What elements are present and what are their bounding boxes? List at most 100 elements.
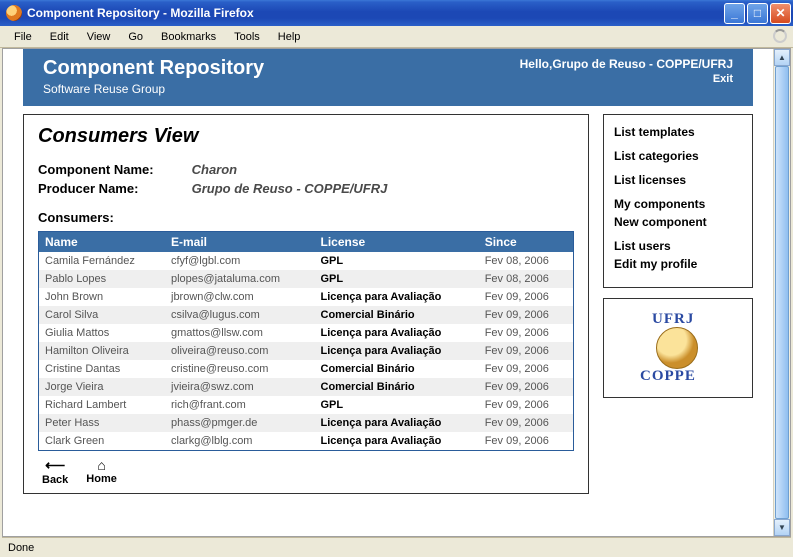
app-subtitle: Software Reuse Group — [43, 82, 264, 96]
cell-name: Richard Lambert — [39, 396, 166, 414]
cell-name: Carol Silva — [39, 306, 166, 324]
window-title: Component Repository - Mozilla Firefox — [27, 6, 724, 20]
greeting-text: Hello,Grupo de Reuso - COPPE/UFRJ — [520, 57, 733, 71]
back-label: Back — [42, 474, 68, 486]
cell-email: oliveira@reuso.com — [165, 342, 315, 360]
cell-name: Giulia Mattos — [39, 324, 166, 342]
cell-name: Jorge Vieira — [39, 378, 166, 396]
cell-license: GPL — [315, 252, 479, 270]
scroll-track[interactable] — [774, 66, 790, 519]
app-title: Component Repository — [43, 57, 264, 80]
cell-license: Comercial Binário — [315, 306, 479, 324]
sidebar: List templates List categories List lice… — [603, 114, 753, 398]
cell-since: Fev 09, 2006 — [479, 432, 574, 451]
col-since: Since — [479, 232, 574, 253]
scroll-up-arrow-icon[interactable]: ▲ — [774, 49, 790, 66]
cell-license: Comercial Binário — [315, 360, 479, 378]
menu-bookmarks[interactable]: Bookmarks — [153, 29, 224, 45]
cell-since: Fev 09, 2006 — [479, 396, 574, 414]
component-name-value: Charon — [192, 162, 238, 177]
table-row: Clark Greenclarkg@lblg.comLicença para A… — [39, 432, 574, 451]
menu-view[interactable]: View — [79, 29, 119, 45]
logo-coin-icon — [656, 327, 698, 369]
table-row: Richard Lambertrich@frant.comGPLFev 09, … — [39, 396, 574, 414]
firefox-icon — [6, 5, 22, 21]
cell-license: Comercial Binário — [315, 378, 479, 396]
cell-email: jbrown@clw.com — [165, 288, 315, 306]
cell-email: cfyf@lgbl.com — [165, 252, 315, 270]
cell-since: Fev 08, 2006 — [479, 270, 574, 288]
link-list-users[interactable]: List users — [614, 239, 742, 253]
cell-email: gmattos@llsw.com — [165, 324, 315, 342]
cell-since: Fev 09, 2006 — [479, 324, 574, 342]
main-panel: Consumers View Component Name: Charon Pr… — [23, 114, 589, 494]
home-label: Home — [86, 473, 117, 485]
cell-name: Hamilton Oliveira — [39, 342, 166, 360]
link-my-components[interactable]: My components — [614, 197, 742, 211]
cell-email: phass@pmger.de — [165, 414, 315, 432]
sidebar-links-box: List templates List categories List lice… — [603, 114, 753, 288]
cell-name: Camila Fernández — [39, 252, 166, 270]
cell-since: Fev 08, 2006 — [479, 252, 574, 270]
scroll-thumb[interactable] — [775, 66, 789, 519]
status-text: Done — [8, 542, 34, 554]
maximize-button[interactable]: □ — [747, 3, 768, 24]
link-list-categories[interactable]: List categories — [614, 149, 742, 163]
table-row: Camila Fernándezcfyf@lgbl.comGPLFev 08, … — [39, 252, 574, 270]
link-list-licenses[interactable]: List licenses — [614, 173, 742, 187]
back-link[interactable]: ⟵ Back — [42, 457, 68, 486]
menu-go[interactable]: Go — [120, 29, 151, 45]
home-link[interactable]: ⌂ Home — [86, 457, 117, 486]
page-content: Component Repository Software Reuse Grou… — [3, 49, 773, 536]
link-list-templates[interactable]: List templates — [614, 125, 742, 139]
cell-license: GPL — [315, 396, 479, 414]
cell-license: Licença para Avaliação — [315, 432, 479, 451]
window-buttons: _ □ ✕ — [724, 3, 791, 24]
menu-file[interactable]: File — [6, 29, 40, 45]
table-row: John Brownjbrown@clw.comLicença para Ava… — [39, 288, 574, 306]
col-license: License — [315, 232, 479, 253]
link-new-component[interactable]: New component — [614, 215, 742, 229]
table-row: Peter Hassphass@pmger.deLicença para Ava… — [39, 414, 574, 432]
cell-name: Pablo Lopes — [39, 270, 166, 288]
cell-since: Fev 09, 2006 — [479, 342, 574, 360]
exit-link[interactable]: Exit — [713, 73, 733, 85]
cell-email: plopes@jataluma.com — [165, 270, 315, 288]
menu-edit[interactable]: Edit — [42, 29, 77, 45]
logo-bottom-text: COPPE — [640, 368, 696, 385]
cell-since: Fev 09, 2006 — [479, 288, 574, 306]
cell-email: cristine@reuso.com — [165, 360, 315, 378]
minimize-button[interactable]: _ — [724, 3, 745, 24]
window-titlebar: Component Repository - Mozilla Firefox _… — [0, 0, 793, 26]
cell-since: Fev 09, 2006 — [479, 360, 574, 378]
status-bar: Done — [2, 537, 791, 557]
table-row: Carol Silvacsilva@lugus.comComercial Bin… — [39, 306, 574, 324]
cell-since: Fev 09, 2006 — [479, 378, 574, 396]
close-button[interactable]: ✕ — [770, 3, 791, 24]
ufrj-coppe-logo: UFRJ COPPE — [638, 311, 718, 385]
cell-name: John Brown — [39, 288, 166, 306]
logo-top-text: UFRJ — [652, 311, 694, 328]
col-email: E-mail — [165, 232, 315, 253]
table-row: Hamilton Oliveiraoliveira@reuso.comLicen… — [39, 342, 574, 360]
cell-license: Licença para Avaliação — [315, 288, 479, 306]
cell-license: Licença para Avaliação — [315, 414, 479, 432]
logo-box: UFRJ COPPE — [603, 298, 753, 398]
component-name-label: Component Name: — [38, 162, 188, 177]
menu-tools[interactable]: Tools — [226, 29, 268, 45]
link-edit-profile[interactable]: Edit my profile — [614, 257, 742, 271]
home-icon: ⌂ — [86, 457, 117, 473]
throbber-icon — [773, 29, 787, 43]
table-row: Jorge Vieirajvieira@swz.comComercial Bin… — [39, 378, 574, 396]
menu-bar: File Edit View Go Bookmarks Tools Help — [0, 26, 793, 48]
cell-name: Clark Green — [39, 432, 166, 451]
app-header: Component Repository Software Reuse Grou… — [23, 49, 753, 106]
consumers-table: Name E-mail License Since Camila Fernánd… — [38, 231, 574, 451]
table-row: Cristine Dantascristine@reuso.comComerci… — [39, 360, 574, 378]
menu-help[interactable]: Help — [270, 29, 309, 45]
cell-since: Fev 09, 2006 — [479, 414, 574, 432]
scroll-down-arrow-icon[interactable]: ▼ — [774, 519, 790, 536]
vertical-scrollbar[interactable]: ▲ ▼ — [773, 49, 790, 536]
browser-viewport: ▲ ▼ Component Repository Software Reuse … — [2, 48, 791, 537]
table-row: Giulia Mattosgmattos@llsw.comLicença par… — [39, 324, 574, 342]
